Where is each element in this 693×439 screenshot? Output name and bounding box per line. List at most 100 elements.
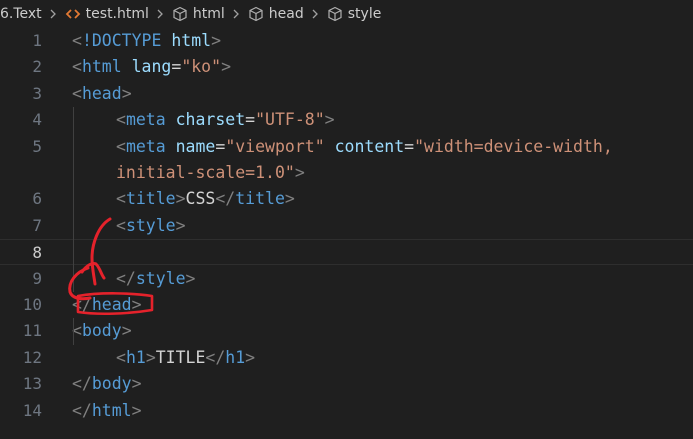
code-token: <	[116, 136, 126, 156]
code-content: <html lang="ko">	[72, 54, 231, 80]
code-line[interactable]: 6 <title>CSS</title>	[0, 186, 693, 212]
cube-icon	[326, 6, 344, 22]
code-token: style	[135, 268, 186, 288]
code-line[interactable]: 8	[0, 239, 693, 266]
code-content: </head>	[72, 292, 142, 318]
code-token: title	[125, 189, 176, 209]
chevron-right-icon	[153, 7, 167, 21]
code-content: <head>	[72, 81, 132, 107]
code-content: </html>	[72, 398, 142, 424]
code-token: "UTF-8"	[255, 110, 325, 130]
line-number: 8	[32, 243, 42, 263]
code-line[interactable]: 1 <!DOCTYPE html>	[0, 28, 693, 54]
indent-guide	[73, 318, 74, 345]
code-token: title	[235, 189, 285, 209]
line-number: 6	[32, 189, 42, 209]
code-line[interactable]: 2 <html lang="ko">	[0, 54, 693, 80]
chevron-right-icon	[229, 7, 243, 21]
code-token: TITLE	[155, 347, 206, 367]
line-number: 1	[32, 31, 42, 50]
code-token: >	[131, 374, 142, 394]
breadcrumb-label: style	[347, 6, 382, 22]
breadcrumb-label: test.html	[85, 6, 149, 22]
code-line[interactable]: 7 <style>	[0, 213, 693, 239]
code-token: >	[211, 31, 222, 50]
breadcrumb-label: html	[192, 6, 225, 22]
line-number: 10	[22, 295, 42, 314]
breadcrumb-item-head[interactable]: head	[247, 6, 304, 22]
code-token: >	[121, 83, 132, 103]
code-token: head	[91, 295, 132, 314]
code-token: <	[116, 347, 126, 367]
code-token: content	[334, 136, 405, 156]
code-token: </	[215, 189, 236, 209]
code-token: >	[284, 189, 295, 209]
code-line[interactable]: 9 </style>	[0, 266, 693, 292]
code-token: body	[81, 321, 122, 341]
line-number: 3	[32, 83, 42, 103]
code-line[interactable]: 5 <meta name="viewport" content="width=de…	[0, 134, 693, 160]
code-line[interactable]: 12 <h1>TITLE</h1>	[0, 345, 693, 371]
line-number: 7	[32, 215, 42, 235]
breadcrumb-item-file[interactable]: test.html	[64, 6, 149, 22]
code-content: initial-scale=1.0">	[116, 160, 305, 186]
code-content: <!DOCTYPE html>	[72, 28, 221, 54]
code-token: </	[205, 347, 226, 367]
code-token: </	[72, 295, 92, 314]
code-token: name	[175, 136, 216, 156]
breadcrumb-item-folder[interactable]: 6.Text	[0, 6, 42, 22]
code-token: =	[404, 136, 415, 156]
code-token: </	[72, 400, 92, 420]
code-content: <style>	[116, 213, 186, 239]
breadcrumb-item-style[interactable]: style	[326, 6, 382, 22]
code-token: >	[294, 163, 305, 182]
code-token: </	[72, 374, 92, 394]
code-token: >	[145, 347, 156, 367]
code-token: html	[91, 400, 132, 420]
line-number: 14	[22, 400, 42, 420]
code-line[interactable]: 13 </body>	[0, 371, 693, 397]
code-line[interactable]: 11 <body>	[0, 318, 693, 344]
code-editor[interactable]: 1 <!DOCTYPE html> 2 <html lang="ko"> 3 <head>…	[0, 28, 693, 439]
code-token: >	[245, 347, 256, 367]
code-token: >	[131, 295, 142, 314]
line-number: 9	[32, 268, 42, 288]
code-token: <	[116, 215, 126, 235]
breadcrumb: 6.Text test.html html head style	[0, 0, 693, 28]
chevron-right-icon	[308, 7, 322, 21]
code-line[interactable]: 3 <head>	[0, 81, 693, 107]
code-content: <meta name="viewport" content="width=dev…	[116, 134, 613, 160]
code-token: initial-scale=1.0"	[116, 163, 295, 182]
code-token: <	[72, 31, 82, 50]
code-line[interactable]: 4 <meta charset="UTF-8">	[0, 107, 693, 133]
code-content: <body>	[72, 318, 132, 344]
code-token: h1	[225, 347, 246, 367]
code-token: <	[116, 189, 126, 209]
html-file-icon	[64, 6, 82, 22]
code-content: </body>	[72, 371, 142, 397]
code-line[interactable]: 10 </head>	[0, 292, 693, 318]
line-number: 4	[32, 110, 42, 130]
code-token: >	[131, 400, 142, 420]
code-token: meta	[125, 136, 166, 156]
code-line[interactable]: 14 </html>	[0, 398, 693, 424]
breadcrumb-item-html[interactable]: html	[171, 6, 225, 22]
code-token: "viewport"	[225, 136, 325, 156]
code-content: </style>	[116, 266, 195, 292]
code-token: >	[324, 110, 335, 130]
code-token: charset	[175, 110, 246, 130]
line-number: 2	[32, 57, 42, 77]
code-token: >	[185, 268, 196, 288]
line-number: 11	[22, 321, 42, 341]
code-token: CSS	[185, 189, 216, 209]
code-token: >	[221, 57, 231, 77]
code-content: <h1>TITLE</h1>	[116, 345, 255, 371]
code-token: meta	[125, 110, 166, 130]
code-token: >	[175, 189, 186, 209]
indent-guide	[73, 107, 74, 292]
code-line[interactable]: initial-scale=1.0">	[0, 160, 693, 186]
code-token: lang	[131, 57, 172, 77]
code-token: <	[116, 110, 126, 130]
code-token: =	[215, 136, 226, 156]
